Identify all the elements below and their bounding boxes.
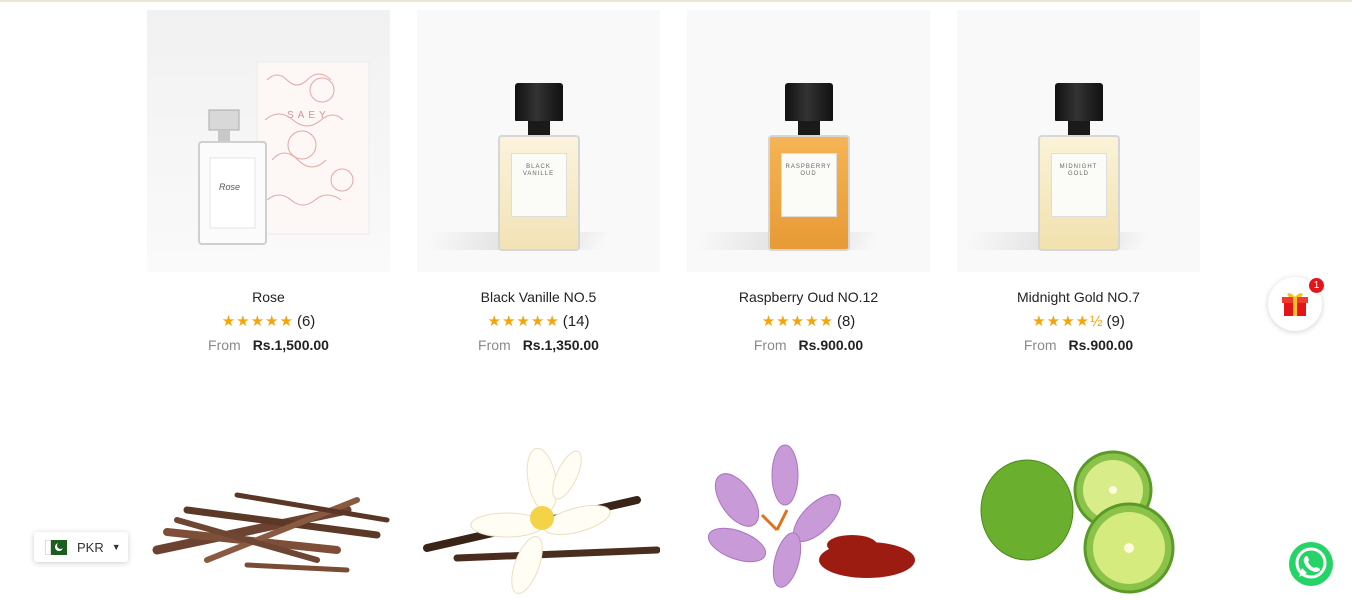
product-card-raspberry-oud[interactable]: RASPBERRY OUD Raspberry Oud NO.12 ★★★★★(…	[687, 10, 930, 353]
product-name[interactable]: Rose	[147, 289, 390, 305]
perfume-bottle-icon: BLACK VANILLE	[497, 83, 580, 251]
price-amount: Rs.900.00	[1068, 337, 1134, 353]
ingredient-image-vanilla	[417, 440, 660, 600]
review-count: (14)	[562, 313, 590, 330]
oud-wood-icon	[152, 492, 390, 573]
rating-stars-icon: ★★★★★	[761, 313, 834, 330]
price-amount: Rs.1,500.00	[252, 337, 329, 353]
review-count: (9)	[1106, 313, 1125, 330]
chevron-down-icon: ▼	[111, 542, 121, 552]
product-price: From Rs.900.00	[957, 337, 1200, 353]
ingredient-image-bergamot	[957, 440, 1200, 600]
product-name[interactable]: Midnight Gold NO.7	[957, 289, 1200, 305]
product-card-midnight-gold[interactable]: MIDNIGHT GOLD Midnight Gold NO.7 ★★★★½ (9…	[957, 10, 1200, 353]
perfume-bottle-icon: RASPBERRY OUD	[767, 83, 850, 251]
gift-count-badge: 1	[1309, 278, 1324, 293]
perfume-bottle-icon: MIDNIGHT GOLD	[1037, 83, 1120, 251]
svg-text:Rose: Rose	[219, 182, 240, 192]
price-from-label: From	[753, 337, 787, 353]
product-card-black-vanille[interactable]: BLACK VANILLE Black Vanille NO.5 ★★★★★ (1…	[417, 10, 660, 353]
product-image-rose[interactable]: SAEY Rose	[147, 10, 390, 272]
rose-perfume-illustration: SAEY Rose	[198, 61, 370, 245]
gift-icon	[1282, 293, 1308, 316]
price-amount: Rs.1,350.00	[522, 337, 599, 353]
product-price: From Rs.1,350.00	[417, 337, 660, 353]
product-rating: ★★★★½ (9)	[957, 312, 1200, 332]
product-price: From Rs.1,500.00	[147, 337, 390, 353]
product-image-midnight-gold[interactable]: MIDNIGHT GOLD	[957, 10, 1200, 272]
ingredient-image-saffron	[687, 440, 930, 600]
price-amount: Rs.900.00	[798, 337, 864, 353]
product-name[interactable]: Black Vanille NO.5	[417, 289, 660, 305]
product-card-rose[interactable]: SAEY Rose Rose ★★★★★ (6) From Rs.1,500.00	[147, 10, 390, 353]
product-rating: ★★★★★ (14)	[417, 312, 660, 332]
price-from-label: From	[478, 337, 511, 353]
whatsapp-button[interactable]	[1287, 540, 1335, 588]
bergamot-fruit-icon	[980, 450, 1175, 594]
review-count: (8)	[836, 313, 856, 330]
price-from-label: From	[208, 337, 241, 353]
review-count: (6)	[296, 313, 316, 330]
rating-stars-icon: ★★★★½	[1032, 313, 1104, 330]
product-name[interactable]: Raspberry Oud NO.12	[687, 289, 930, 305]
product-price: From Rs.900.00	[687, 337, 930, 353]
gift-button[interactable]: 1	[1268, 277, 1324, 331]
product-rating: ★★★★★ (6)	[147, 312, 390, 332]
header-divider	[0, 0, 1352, 2]
rating-stars-icon: ★★★★★	[221, 313, 294, 330]
price-from-label: From	[1023, 337, 1057, 353]
rating-stars-icon: ★★★★★	[487, 313, 560, 330]
saffron-crocus-icon	[707, 444, 915, 588]
currency-code: PKR	[77, 539, 104, 555]
svg-text:SAEY: SAEY	[287, 110, 330, 121]
currency-selector[interactable]: PKR ▼	[34, 532, 128, 562]
product-image-raspberry-oud[interactable]: RASPBERRY OUD	[687, 10, 930, 272]
product-rating: ★★★★★ (8)	[687, 312, 930, 332]
pakistan-flag-icon	[45, 539, 67, 555]
ingredient-image-oud-wood	[147, 440, 390, 600]
product-image-black-vanille[interactable]: BLACK VANILLE	[417, 10, 660, 272]
vanilla-flower-icon	[423, 447, 660, 594]
whatsapp-icon	[1289, 542, 1333, 586]
